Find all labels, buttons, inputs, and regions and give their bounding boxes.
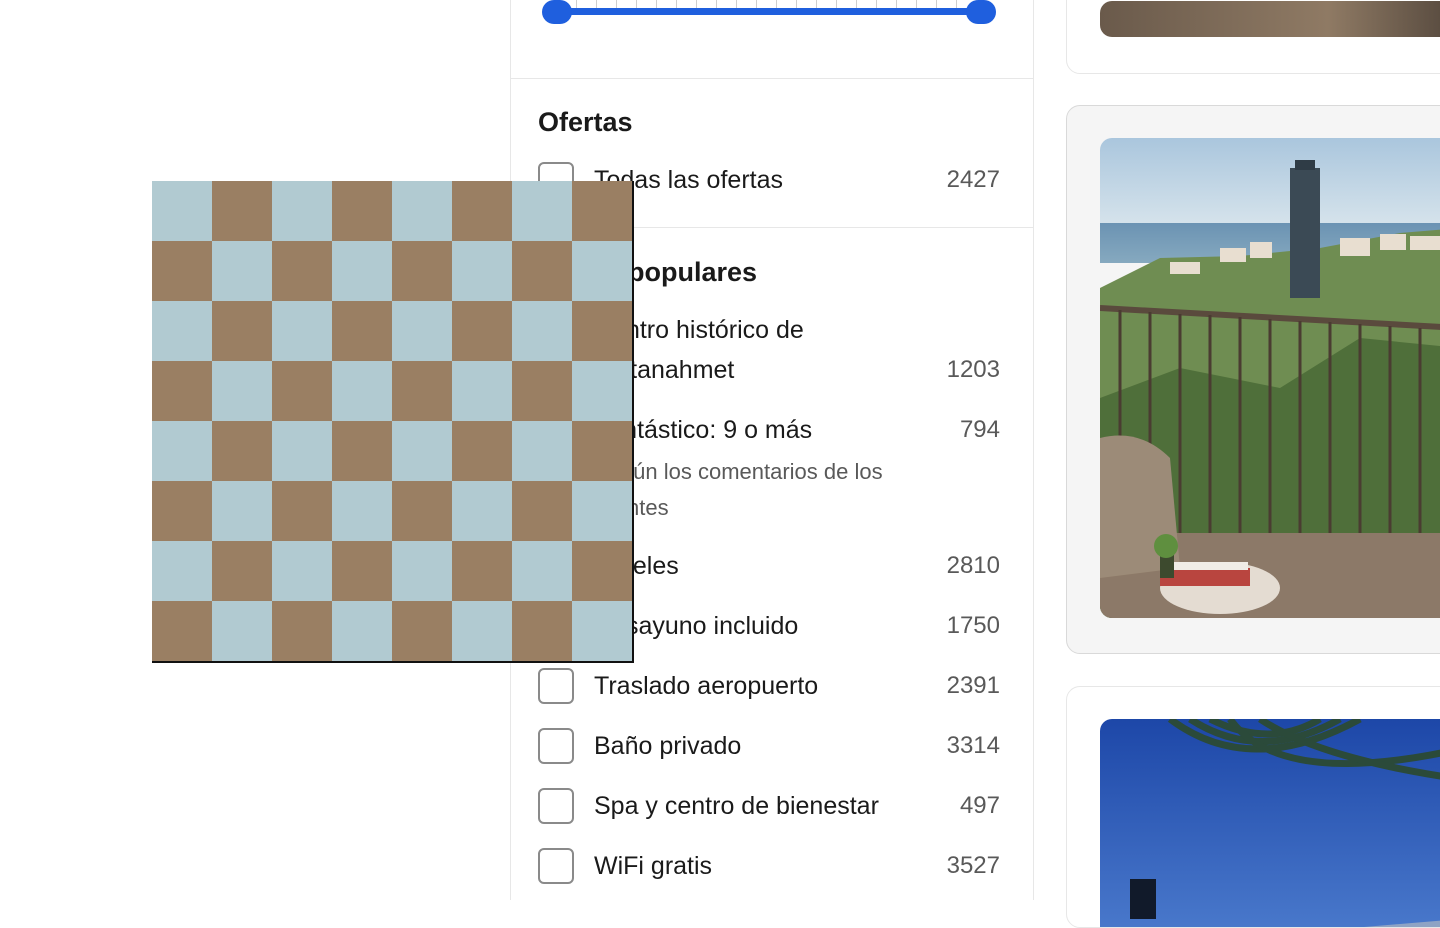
filter-count: 3314 [946, 732, 1000, 759]
filter-label: WiFi gratis [594, 852, 713, 880]
checkerboard-overlay [152, 181, 634, 663]
hotel-terrace-photo [1100, 719, 1440, 927]
property-photo[interactable] [1100, 1, 1440, 37]
filter-count: 497 [959, 792, 1000, 819]
filter-label: Traslado aeropuerto [594, 672, 819, 700]
filter-count: 794 [959, 416, 1000, 443]
filter-count: 2427 [946, 166, 1000, 193]
filter-label: Centro histórico de Sultanahmet [594, 316, 804, 384]
property-card[interactable] [1066, 686, 1440, 928]
checkbox-icon[interactable] [538, 728, 574, 764]
price-slider-min-handle[interactable] [542, 0, 572, 24]
deals-section-title: Ofertas [538, 107, 633, 137]
price-range-slider[interactable] [511, 0, 1033, 79]
checkbox-icon[interactable] [538, 788, 574, 824]
checkbox-icon[interactable] [538, 848, 574, 884]
price-histogram [557, 0, 981, 8]
filter-count: 1203 [946, 356, 1000, 383]
filter-count: 1750 [946, 612, 1000, 639]
hotel-balcony-photo [1100, 138, 1440, 618]
filter-count: 2810 [946, 552, 1000, 579]
filter-label: Spa y centro de bienestar [594, 792, 879, 820]
property-photo[interactable] [1100, 719, 1440, 927]
filter-count: 3527 [946, 852, 1000, 879]
price-slider-max-handle[interactable] [966, 0, 996, 24]
property-photo[interactable] [1100, 138, 1440, 618]
filter-count: 2391 [946, 672, 1000, 699]
filter-sublabel: Según los comentarios de los clientes [594, 459, 883, 520]
property-card[interactable] [1066, 105, 1440, 654]
property-card[interactable] [1066, 0, 1440, 74]
price-slider-track[interactable] [557, 8, 981, 15]
checkbox-icon[interactable] [538, 668, 574, 704]
filter-label: Baño privado [594, 732, 742, 760]
